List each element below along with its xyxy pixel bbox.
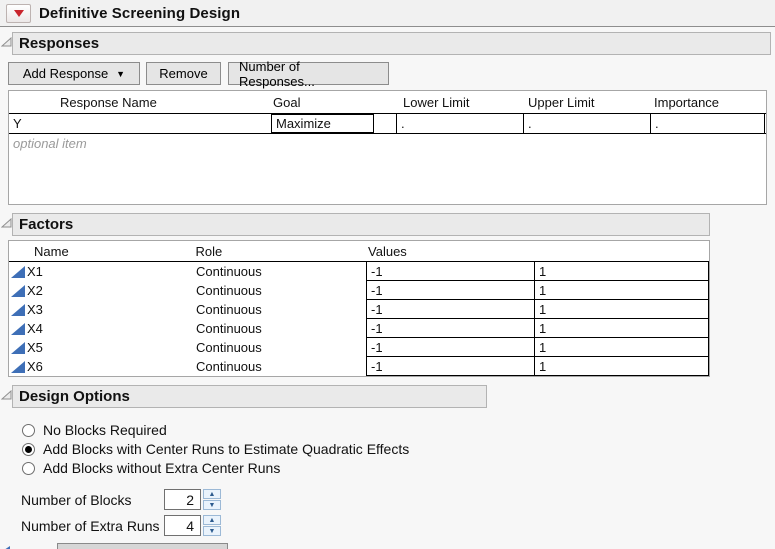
col-importance: Importance: [650, 95, 765, 110]
definitive-screening-design-window: Definitive Screening Design Responses Ad…: [0, 0, 775, 549]
factor-low-value[interactable]: -1: [366, 300, 534, 319]
factor-low-value[interactable]: -1: [366, 319, 534, 338]
spinner-up-button[interactable]: ▲: [203, 515, 221, 525]
col-response-name: Response Name: [9, 95, 271, 110]
radio-circle[interactable]: [22, 462, 35, 475]
factor-low-value[interactable]: -1: [366, 262, 534, 281]
col-name: Name: [9, 244, 196, 259]
add-response-button[interactable]: Add Response ▼: [8, 62, 140, 85]
factor-name[interactable]: X5: [27, 340, 43, 355]
number-of-blocks-input[interactable]: 2: [164, 489, 201, 510]
factor-high-value[interactable]: 1: [534, 338, 709, 357]
continuous-factor-icon: [11, 323, 25, 335]
factor-high-value[interactable]: 1: [534, 300, 709, 319]
factor-row-x6: X6 Continuous -1 1: [9, 357, 709, 376]
factor-row-x3: X3 Continuous -1 1: [9, 300, 709, 319]
continuous-factor-icon: [11, 285, 25, 297]
factor-name[interactable]: X1: [27, 264, 43, 279]
design-options-section-header[interactable]: Design Options: [12, 385, 487, 408]
factor-role[interactable]: Continuous: [196, 281, 366, 300]
cutoff-button[interactable]: [57, 543, 228, 549]
continuous-factor-icon: [11, 304, 25, 316]
factors-table: Name Role Values X1 Continuous -1 1 X2 C…: [8, 240, 710, 377]
spinner-down-button[interactable]: ▼: [203, 500, 221, 510]
optional-item-placeholder[interactable]: optional item: [9, 134, 766, 153]
spinner-up-button[interactable]: ▲: [203, 489, 221, 499]
continuous-factor-icon: [11, 361, 25, 373]
radio-label: No Blocks Required: [43, 422, 167, 438]
radio-label: Add Blocks without Extra Center Runs: [43, 460, 280, 476]
factor-high-value[interactable]: 1: [534, 281, 709, 300]
page-title: Definitive Screening Design: [39, 5, 240, 22]
number-of-extra-runs-label: Number of Extra Runs: [21, 516, 160, 536]
responses-table-header: Response Name Goal Lower Limit Upper Lim…: [9, 91, 766, 114]
continuous-factor-icon: [11, 342, 25, 354]
radio-label: Add Blocks with Center Runs to Estimate …: [43, 441, 409, 457]
col-lower-limit: Lower Limit: [396, 95, 523, 110]
responses-section-title: Responses: [19, 35, 99, 52]
factor-high-value[interactable]: 1: [534, 319, 709, 338]
col-role: Role: [196, 244, 366, 259]
number-of-extra-runs-input[interactable]: 4: [164, 515, 201, 536]
radio-circle[interactable]: [22, 424, 35, 437]
goal-dropdown[interactable]: Maximize: [271, 114, 374, 133]
factor-low-value[interactable]: -1: [366, 281, 534, 300]
number-of-responses-button[interactable]: Number of Responses...: [228, 62, 389, 85]
design-options-disclosure-icon[interactable]: [1, 390, 12, 400]
number-of-extra-runs-spinner: ▲ ▼: [203, 515, 221, 536]
dropdown-arrow-icon: ▼: [116, 69, 125, 79]
radio-no-blocks-required[interactable]: No Blocks Required: [22, 421, 167, 439]
radio-add-blocks-center-runs[interactable]: Add Blocks with Center Runs to Estimate …: [22, 440, 409, 458]
factor-low-value[interactable]: -1: [366, 338, 534, 357]
factor-role[interactable]: Continuous: [196, 262, 366, 281]
factor-role[interactable]: Continuous: [196, 338, 366, 357]
responses-section-header[interactable]: Responses: [12, 32, 771, 55]
factor-row-x2: X2 Continuous -1 1: [9, 281, 709, 300]
factor-name[interactable]: X6: [27, 359, 43, 374]
response-name-cell[interactable]: Y: [9, 114, 271, 133]
factor-name[interactable]: X4: [27, 321, 43, 336]
red-triangle-menu-button[interactable]: [6, 4, 31, 23]
responses-table: Response Name Goal Lower Limit Upper Lim…: [8, 90, 767, 205]
col-upper-limit: Upper Limit: [523, 95, 650, 110]
upper-limit-cell[interactable]: .: [523, 114, 650, 133]
remove-button[interactable]: Remove: [146, 62, 221, 85]
factor-high-value[interactable]: 1: [534, 357, 709, 376]
red-triangle-icon: [14, 10, 24, 17]
design-options-section-title: Design Options: [19, 388, 130, 405]
factors-section-title: Factors: [19, 216, 73, 233]
radio-add-blocks-no-extra-center-runs[interactable]: Add Blocks without Extra Center Runs: [22, 459, 280, 477]
factor-role[interactable]: Continuous: [196, 300, 366, 319]
factors-section-header[interactable]: Factors: [12, 213, 710, 236]
goal-cell: Maximize: [271, 114, 396, 133]
number-of-blocks-label: Number of Blocks: [21, 490, 131, 510]
factor-row-x1: X1 Continuous -1 1: [9, 262, 709, 281]
title-bar: Definitive Screening Design: [0, 0, 775, 27]
radio-circle-selected[interactable]: [22, 443, 35, 456]
factors-disclosure-icon[interactable]: [1, 218, 12, 228]
factor-row-x5: X5 Continuous -1 1: [9, 338, 709, 357]
lower-limit-cell[interactable]: .: [396, 114, 523, 133]
number-of-blocks-spinner: ▲ ▼: [203, 489, 221, 510]
spinner-down-button[interactable]: ▼: [203, 526, 221, 536]
factor-name[interactable]: X2: [27, 283, 43, 298]
factor-role[interactable]: Continuous: [196, 319, 366, 338]
responses-disclosure-icon[interactable]: [1, 37, 12, 47]
factors-table-header: Name Role Values: [9, 241, 709, 262]
factor-row-x4: X4 Continuous -1 1: [9, 319, 709, 338]
factor-role[interactable]: Continuous: [196, 357, 366, 376]
col-values: Values: [365, 244, 709, 259]
response-row: Y Maximize . . .: [9, 114, 766, 134]
factor-high-value[interactable]: 1: [534, 262, 709, 281]
factor-low-value[interactable]: -1: [366, 357, 534, 376]
col-goal: Goal: [271, 95, 396, 110]
importance-cell[interactable]: .: [650, 114, 765, 133]
factor-name[interactable]: X3: [27, 302, 43, 317]
continuous-factor-icon: [11, 266, 25, 278]
